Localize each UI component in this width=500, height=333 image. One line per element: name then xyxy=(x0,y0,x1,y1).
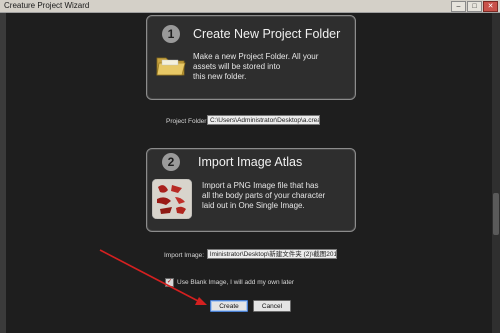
blank-image-label: Use Blank Image, I will add my own later xyxy=(177,279,295,286)
cancel-button[interactable]: Cancel xyxy=(253,300,291,312)
title-bar: Creature Project Wizard – □ ✕ xyxy=(0,0,500,13)
description-line: Make a new Project Folder. All your xyxy=(193,52,319,61)
scrollbar[interactable] xyxy=(492,13,500,333)
image-atlas-icon xyxy=(152,179,192,219)
create-folder-description: Make a new Project Folder. All your asse… xyxy=(193,52,318,82)
import-atlas-title: Import Image Atlas xyxy=(198,155,303,169)
scroll-thumb[interactable] xyxy=(493,193,499,235)
blank-image-checkbox[interactable]: ✓ xyxy=(165,278,174,287)
import-atlas-card: 2 Import Image Atlas Import a PNG Image … xyxy=(146,148,356,232)
minimize-icon[interactable]: – xyxy=(451,1,466,12)
step-number-badge: 2 xyxy=(162,153,180,171)
description-line: laid out in One Single Image. xyxy=(202,201,305,210)
import-image-field[interactable]: lministrator\Desktop\新建文件夹 (2)\截图2018053… xyxy=(207,249,337,259)
create-folder-title: Create New Project Folder xyxy=(193,27,341,41)
import-image-label: Import Image: xyxy=(164,252,205,259)
create-folder-card: 1 Create New Project Folder Make a new P… xyxy=(146,15,356,100)
step-number-badge: 1 xyxy=(162,25,180,43)
maximize-icon[interactable]: □ xyxy=(467,1,482,12)
window-controls: – □ ✕ xyxy=(451,1,498,12)
description-line: Import a PNG Image file that has xyxy=(202,181,319,190)
window-title: Creature Project Wizard xyxy=(4,1,90,10)
left-edge xyxy=(0,13,6,333)
import-atlas-description: Import a PNG Image file that has all the… xyxy=(202,181,325,211)
description-line: assets will be stored into xyxy=(193,62,281,71)
description-line: all the body parts of your character xyxy=(202,191,326,200)
create-button[interactable]: Create xyxy=(210,300,248,312)
project-folder-field[interactable]: C:\Users\Administrator\Desktop\a.creaPro… xyxy=(207,115,320,125)
close-icon[interactable]: ✕ xyxy=(483,1,498,12)
blank-image-option[interactable]: ✓ Use Blank Image, I will add my own lat… xyxy=(165,278,294,287)
project-folder-label: Project Folder: xyxy=(166,118,209,125)
folder-icon xyxy=(156,57,186,76)
description-line: this new folder. xyxy=(193,72,247,81)
